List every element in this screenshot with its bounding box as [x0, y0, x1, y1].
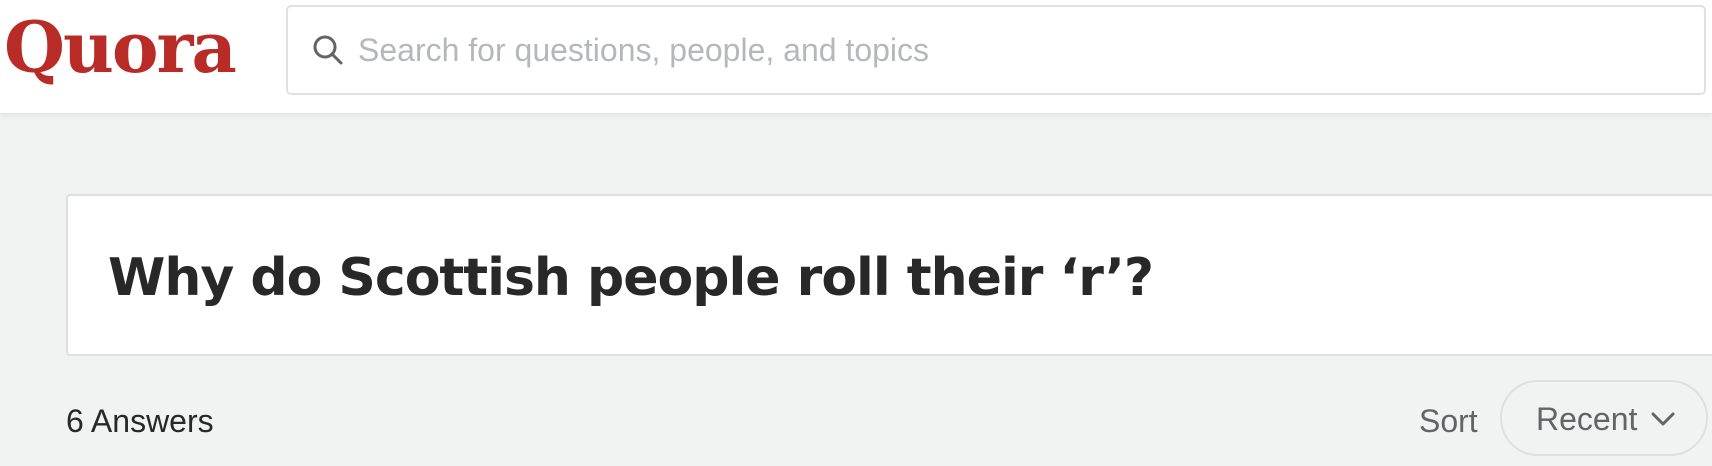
sort-dropdown[interactable]: Recent	[1500, 380, 1708, 456]
answers-count: 6 Answers	[66, 403, 214, 439]
sort-label: Sort	[1419, 403, 1478, 439]
search-icon	[313, 35, 343, 65]
question-card: Why do Scottish people roll their ‘r’?	[66, 194, 1712, 356]
chevron-down-icon	[1651, 412, 1675, 426]
search-input[interactable]	[358, 7, 1688, 93]
top-navigation-bar: Quora	[0, 0, 1712, 114]
quora-logo[interactable]: Quora	[4, 2, 237, 94]
question-title[interactable]: Why do Scottish people roll their ‘r’?	[108, 248, 1154, 308]
search-box[interactable]	[286, 5, 1706, 95]
sort-selected-value: Recent	[1536, 401, 1638, 437]
